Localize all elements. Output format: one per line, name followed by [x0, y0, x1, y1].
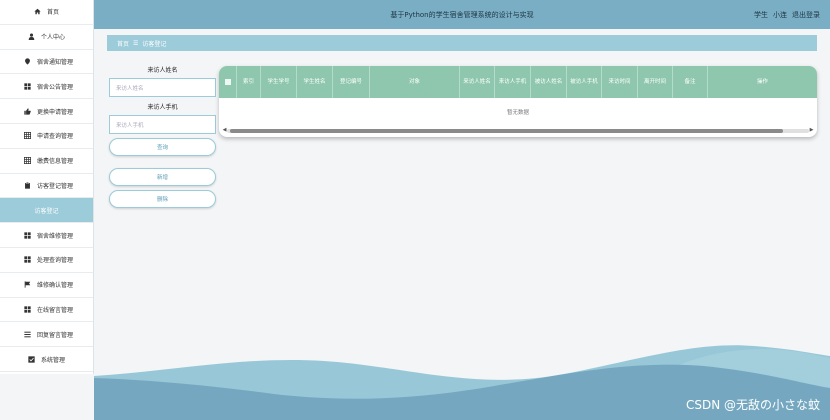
sidebar-item-label: 宿舍公告管理 — [37, 83, 74, 91]
grid-icon — [24, 256, 31, 264]
scroll-thumb[interactable] — [230, 128, 783, 133]
select-all-checkbox[interactable] — [219, 66, 237, 98]
sidebar-item-visitor-register[interactable]: 访客登记 — [0, 198, 93, 224]
sidebar-item-label: 访客登记 — [34, 207, 59, 215]
column-header: 被访人姓名 — [531, 66, 567, 98]
pin-icon — [24, 58, 31, 65]
list-icon — [24, 331, 31, 338]
sidebar-item-label: 个人中心 — [40, 34, 65, 42]
user-name: 小连 — [773, 11, 787, 19]
flag-icon — [24, 281, 31, 288]
sidebar-item-label: 宿舍维修管理 — [37, 232, 74, 240]
query-button[interactable]: 查询 — [109, 138, 216, 156]
column-header: 来访人手机 — [495, 66, 531, 98]
table-header: 索引 学生学号 学生姓名 登记编号 对象 来访人姓名 来访人手机 被访人姓名 被… — [219, 66, 817, 98]
visitor-phone-input[interactable]: 来访人手机 — [109, 115, 216, 134]
column-header: 操作 — [756, 78, 768, 85]
column-header: 来访时间 — [602, 66, 638, 98]
user-icon — [28, 33, 35, 41]
sidebar-item-label: 维修确认管理 — [37, 282, 74, 290]
sidebar: 首页 个人中心 宿舍通知管理 宿舍公告管理 更换申请管理 申请查询管理 缴费信息… — [0, 0, 94, 374]
breadcrumb-separator: ☰ — [133, 39, 139, 47]
visitor-name-input[interactable]: 来访人姓名 — [109, 78, 216, 97]
add-button[interactable]: 新增 — [109, 168, 216, 186]
sidebar-item-request-query[interactable]: 申请查询管理 — [0, 124, 93, 149]
grid-icon — [24, 231, 31, 239]
visitor-name-label: 来访人姓名 — [147, 67, 178, 74]
sidebar-item-message[interactable]: 在线留言管理 — [0, 298, 93, 323]
app-title: 基于Python的学生宿舍管理系统的设计与实现 — [390, 11, 534, 19]
sidebar-item-repair[interactable]: 宿舍维修管理 — [0, 223, 93, 248]
table-icon — [24, 132, 31, 140]
column-header: 离开时间 — [638, 66, 673, 98]
grid-icon — [24, 306, 31, 313]
sidebar-item-system[interactable]: 系统管理 — [0, 347, 93, 372]
sidebar-item-label: 系统管理 — [40, 356, 65, 364]
sidebar-item-personal[interactable]: 个人中心 — [0, 25, 93, 50]
logout-link[interactable]: 退出登录 — [792, 10, 820, 20]
user-area: 学生 小连 退出登录 — [754, 10, 820, 20]
empty-message: 暂无数据 — [506, 109, 529, 116]
column-header: 学生学号 — [261, 66, 297, 98]
horizontal-scrollbar[interactable]: ◀ ▶ — [222, 128, 814, 133]
column-header: 被访人手机 — [567, 66, 602, 98]
search-form: 来访人姓名 来访人姓名 来访人手机 来访人手机 查询 新增 删除 — [109, 64, 216, 208]
clipboard-icon — [24, 182, 31, 189]
sidebar-item-label: 缴费信息管理 — [37, 158, 74, 166]
sidebar-item-notice[interactable]: 宿舍通知管理 — [0, 50, 93, 75]
watermark-text: CSDN @无敌の小さな蚊 — [685, 398, 820, 412]
column-header: 登记编号 — [333, 66, 370, 98]
column-header: 备注 — [673, 66, 708, 98]
grid-icon — [24, 83, 31, 90]
sidebar-item-label: 处理查询管理 — [37, 257, 74, 265]
sidebar-item-label: 回复留言管理 — [37, 331, 74, 339]
sidebar-item-label: 申请查询管理 — [37, 133, 74, 141]
sidebar-item-reply[interactable]: 回复留言管理 — [0, 322, 93, 348]
sidebar-item-payment[interactable]: 缴费信息管理 — [0, 149, 93, 174]
sidebar-item-label: 首页 — [46, 9, 59, 17]
data-table: 索引 学生学号 学生姓名 登记编号 对象 来访人姓名 来访人手机 被访人姓名 被… — [219, 66, 817, 137]
sidebar-item-change-request[interactable]: 更换申请管理 — [0, 99, 93, 124]
breadcrumb-current: 访客登记 — [142, 40, 167, 48]
sidebar-item-process-query[interactable]: 处理查询管理 — [0, 248, 93, 273]
sidebar-item-label: 更换申请管理 — [37, 108, 74, 116]
column-header: 索引 — [237, 66, 261, 98]
table-icon — [24, 157, 31, 165]
user-role: 学生 — [754, 11, 768, 19]
sidebar-item-label: 在线留言管理 — [37, 306, 74, 314]
breadcrumb-home[interactable]: 首页 — [117, 39, 129, 48]
sidebar-item-announcement[interactable]: 宿舍公告管理 — [0, 74, 93, 100]
sidebar-item-label: 宿舍通知管理 — [37, 58, 74, 66]
column-header: 来访人姓名 — [460, 66, 495, 98]
column-header: 学生姓名 — [297, 66, 333, 98]
scroll-right-icon[interactable]: ▶ — [809, 128, 814, 133]
visitor-phone-label: 来访人手机 — [147, 104, 178, 111]
top-header: 基于Python的学生宿舍管理系统的设计与实现 学生 小连 退出登录 — [94, 0, 830, 29]
sidebar-item-repair-confirm[interactable]: 维修确认管理 — [0, 273, 93, 298]
scroll-track[interactable] — [227, 128, 809, 133]
delete-button[interactable]: 删除 — [109, 190, 216, 208]
check-icon — [28, 355, 35, 363]
thumb-icon — [24, 107, 31, 115]
breadcrumb: 首页 ☰ 访客登记 — [107, 35, 817, 51]
sidebar-item-label: 访客登记管理 — [37, 182, 74, 190]
sidebar-item-visitor-manage[interactable]: 访客登记管理 — [0, 174, 93, 199]
home-icon — [34, 8, 41, 15]
column-header: 对象 — [370, 66, 460, 98]
sidebar-item-home[interactable]: 首页 — [0, 0, 93, 25]
